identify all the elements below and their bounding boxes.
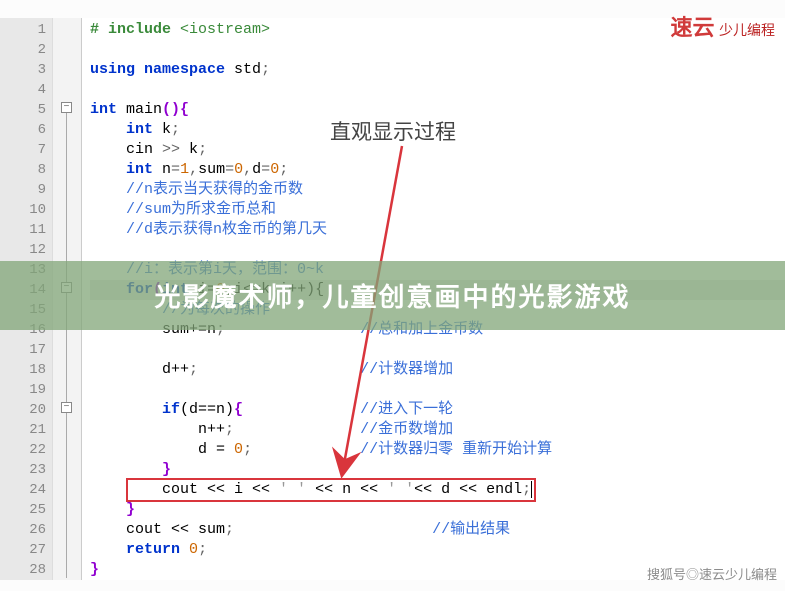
overlay-banner: 光影魔术师，儿童创意画中的光影游戏 [0,261,785,330]
fold-icon[interactable]: − [61,402,72,413]
fold-icon[interactable]: − [61,102,72,113]
watermark-bottom: 搜狐号◎速云少儿编程 [647,564,777,583]
annotation-label: 直观显示过程 [330,116,456,146]
highlight-box [126,478,536,502]
watermark-top: 速云 少儿编程 [670,10,775,42]
